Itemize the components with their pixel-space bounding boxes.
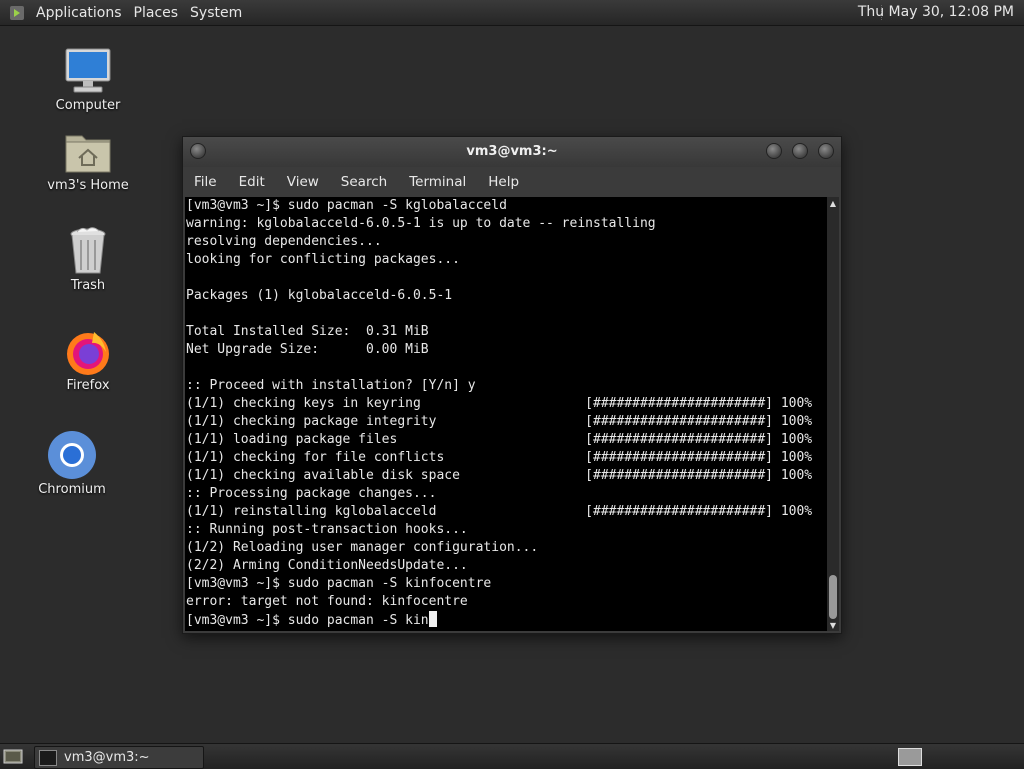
home-folder-icon [62, 124, 114, 176]
desktop-icon-trash[interactable]: Trash [33, 224, 143, 294]
distro-logo-icon[interactable] [8, 4, 26, 22]
terminal-line: error: target not found: kinfocentre [186, 594, 468, 609]
current-command: [vm3@vm3 ~]$ sudo pacman -S kin [186, 613, 429, 628]
applications-menu[interactable]: Applications [30, 5, 128, 21]
desktop-icon-label: Trash [70, 278, 106, 293]
trash-icon [62, 224, 114, 276]
menu-file[interactable]: File [183, 174, 228, 190]
computer-icon [62, 44, 114, 96]
terminal-line: looking for conflicting packages... [186, 252, 460, 267]
terminal-line: (1/1) checking package integrity [######… [186, 414, 813, 429]
window-titlebar[interactable]: vm3@vm3:~ [183, 137, 841, 167]
places-menu[interactable]: Places [128, 5, 185, 21]
window-title: vm3@vm3:~ [466, 144, 558, 159]
show-desktop-icon[interactable] [3, 748, 23, 765]
menu-search[interactable]: Search [330, 174, 398, 190]
scrollbar-thumb[interactable] [829, 575, 837, 619]
menu-edit[interactable]: Edit [228, 174, 276, 190]
firefox-icon [62, 324, 114, 376]
top-panel: Applications Places System Thu May 30, 1… [0, 0, 1024, 26]
terminal-output[interactable]: [vm3@vm3 ~]$ sudo pacman -S kglobalaccel… [185, 197, 828, 631]
terminal-line: :: Running post-transaction hooks... [186, 522, 468, 537]
scroll-down-icon[interactable]: ▼ [827, 619, 839, 631]
minimize-button[interactable] [766, 143, 782, 159]
taskbar-terminal-button[interactable]: vm3@vm3:~ [34, 746, 204, 769]
menu-help[interactable]: Help [477, 174, 530, 190]
system-menu[interactable]: System [184, 5, 248, 21]
desktop-icon-label: Computer [55, 98, 121, 113]
workspace-switcher[interactable] [898, 748, 922, 766]
menu-view[interactable]: View [276, 174, 330, 190]
taskbar-terminal-label: vm3@vm3:~ [64, 750, 150, 765]
clock[interactable]: Thu May 30, 12:08 PM [858, 4, 1014, 20]
desktop-icon-label: Chromium [38, 482, 106, 497]
terminal-window[interactable]: vm3@vm3:~ File Edit View Search Terminal… [182, 136, 842, 634]
bottom-panel: vm3@vm3:~ [0, 743, 1024, 769]
terminal-line: (1/1) checking available disk space [###… [186, 468, 813, 483]
desktop-icon-firefox[interactable]: Firefox [33, 324, 143, 394]
terminal-line: [vm3@vm3 ~]$ sudo pacman -S kglobalaccel… [186, 198, 507, 213]
desktop-icon-home[interactable]: vm3's Home [33, 124, 143, 194]
terminal-line: (1/1) checking keys in keyring [########… [186, 396, 813, 411]
text-cursor [428, 611, 437, 627]
chromium-icon [46, 428, 98, 480]
terminal-scrollbar[interactable]: ▲ ▼ [827, 197, 839, 631]
desktop-icon-label: vm3's Home [47, 178, 129, 193]
desktop-icon-chromium[interactable]: Chromium [17, 428, 127, 498]
scroll-up-icon[interactable]: ▲ [827, 197, 839, 209]
terminal-line: [vm3@vm3 ~]$ sudo pacman -S kinfocentre [186, 576, 492, 591]
menu-terminal[interactable]: Terminal [398, 174, 477, 190]
terminal-line: Total Installed Size: 0.31 MiB [186, 324, 429, 339]
terminal-icon [39, 749, 57, 766]
desktop-icon-computer[interactable]: Computer [33, 44, 143, 114]
terminal-line: :: Processing package changes... [186, 486, 437, 501]
terminal-line: :: Proceed with installation? [Y/n] y [186, 378, 476, 393]
terminal-line: resolving dependencies... [186, 234, 382, 249]
terminal-line: (1/2) Reloading user manager configurati… [186, 540, 539, 555]
terminal-line: (1/1) loading package files [###########… [186, 432, 813, 447]
maximize-button[interactable] [792, 143, 808, 159]
desktop-icon-label: Firefox [66, 378, 110, 393]
terminal-prompt-line[interactable]: [vm3@vm3 ~]$ sudo pacman -S kin [186, 611, 828, 629]
terminal-line: Packages (1) kglobalacceld-6.0.5-1 [186, 288, 453, 303]
terminal-line: Net Upgrade Size: 0.00 MiB [186, 342, 429, 357]
close-button[interactable] [818, 143, 834, 159]
terminal-line: (2/2) Arming ConditionNeedsUpdate... [186, 558, 468, 573]
terminal-menubar: File Edit View Search Terminal Help [183, 169, 841, 195]
terminal-line: warning: kglobalacceld-6.0.5-1 is up to … [186, 216, 656, 231]
terminal-line: (1/1) reinstalling kglobalacceld [######… [186, 504, 813, 519]
terminal-line: (1/1) checking for file conflicts [#####… [186, 450, 813, 465]
